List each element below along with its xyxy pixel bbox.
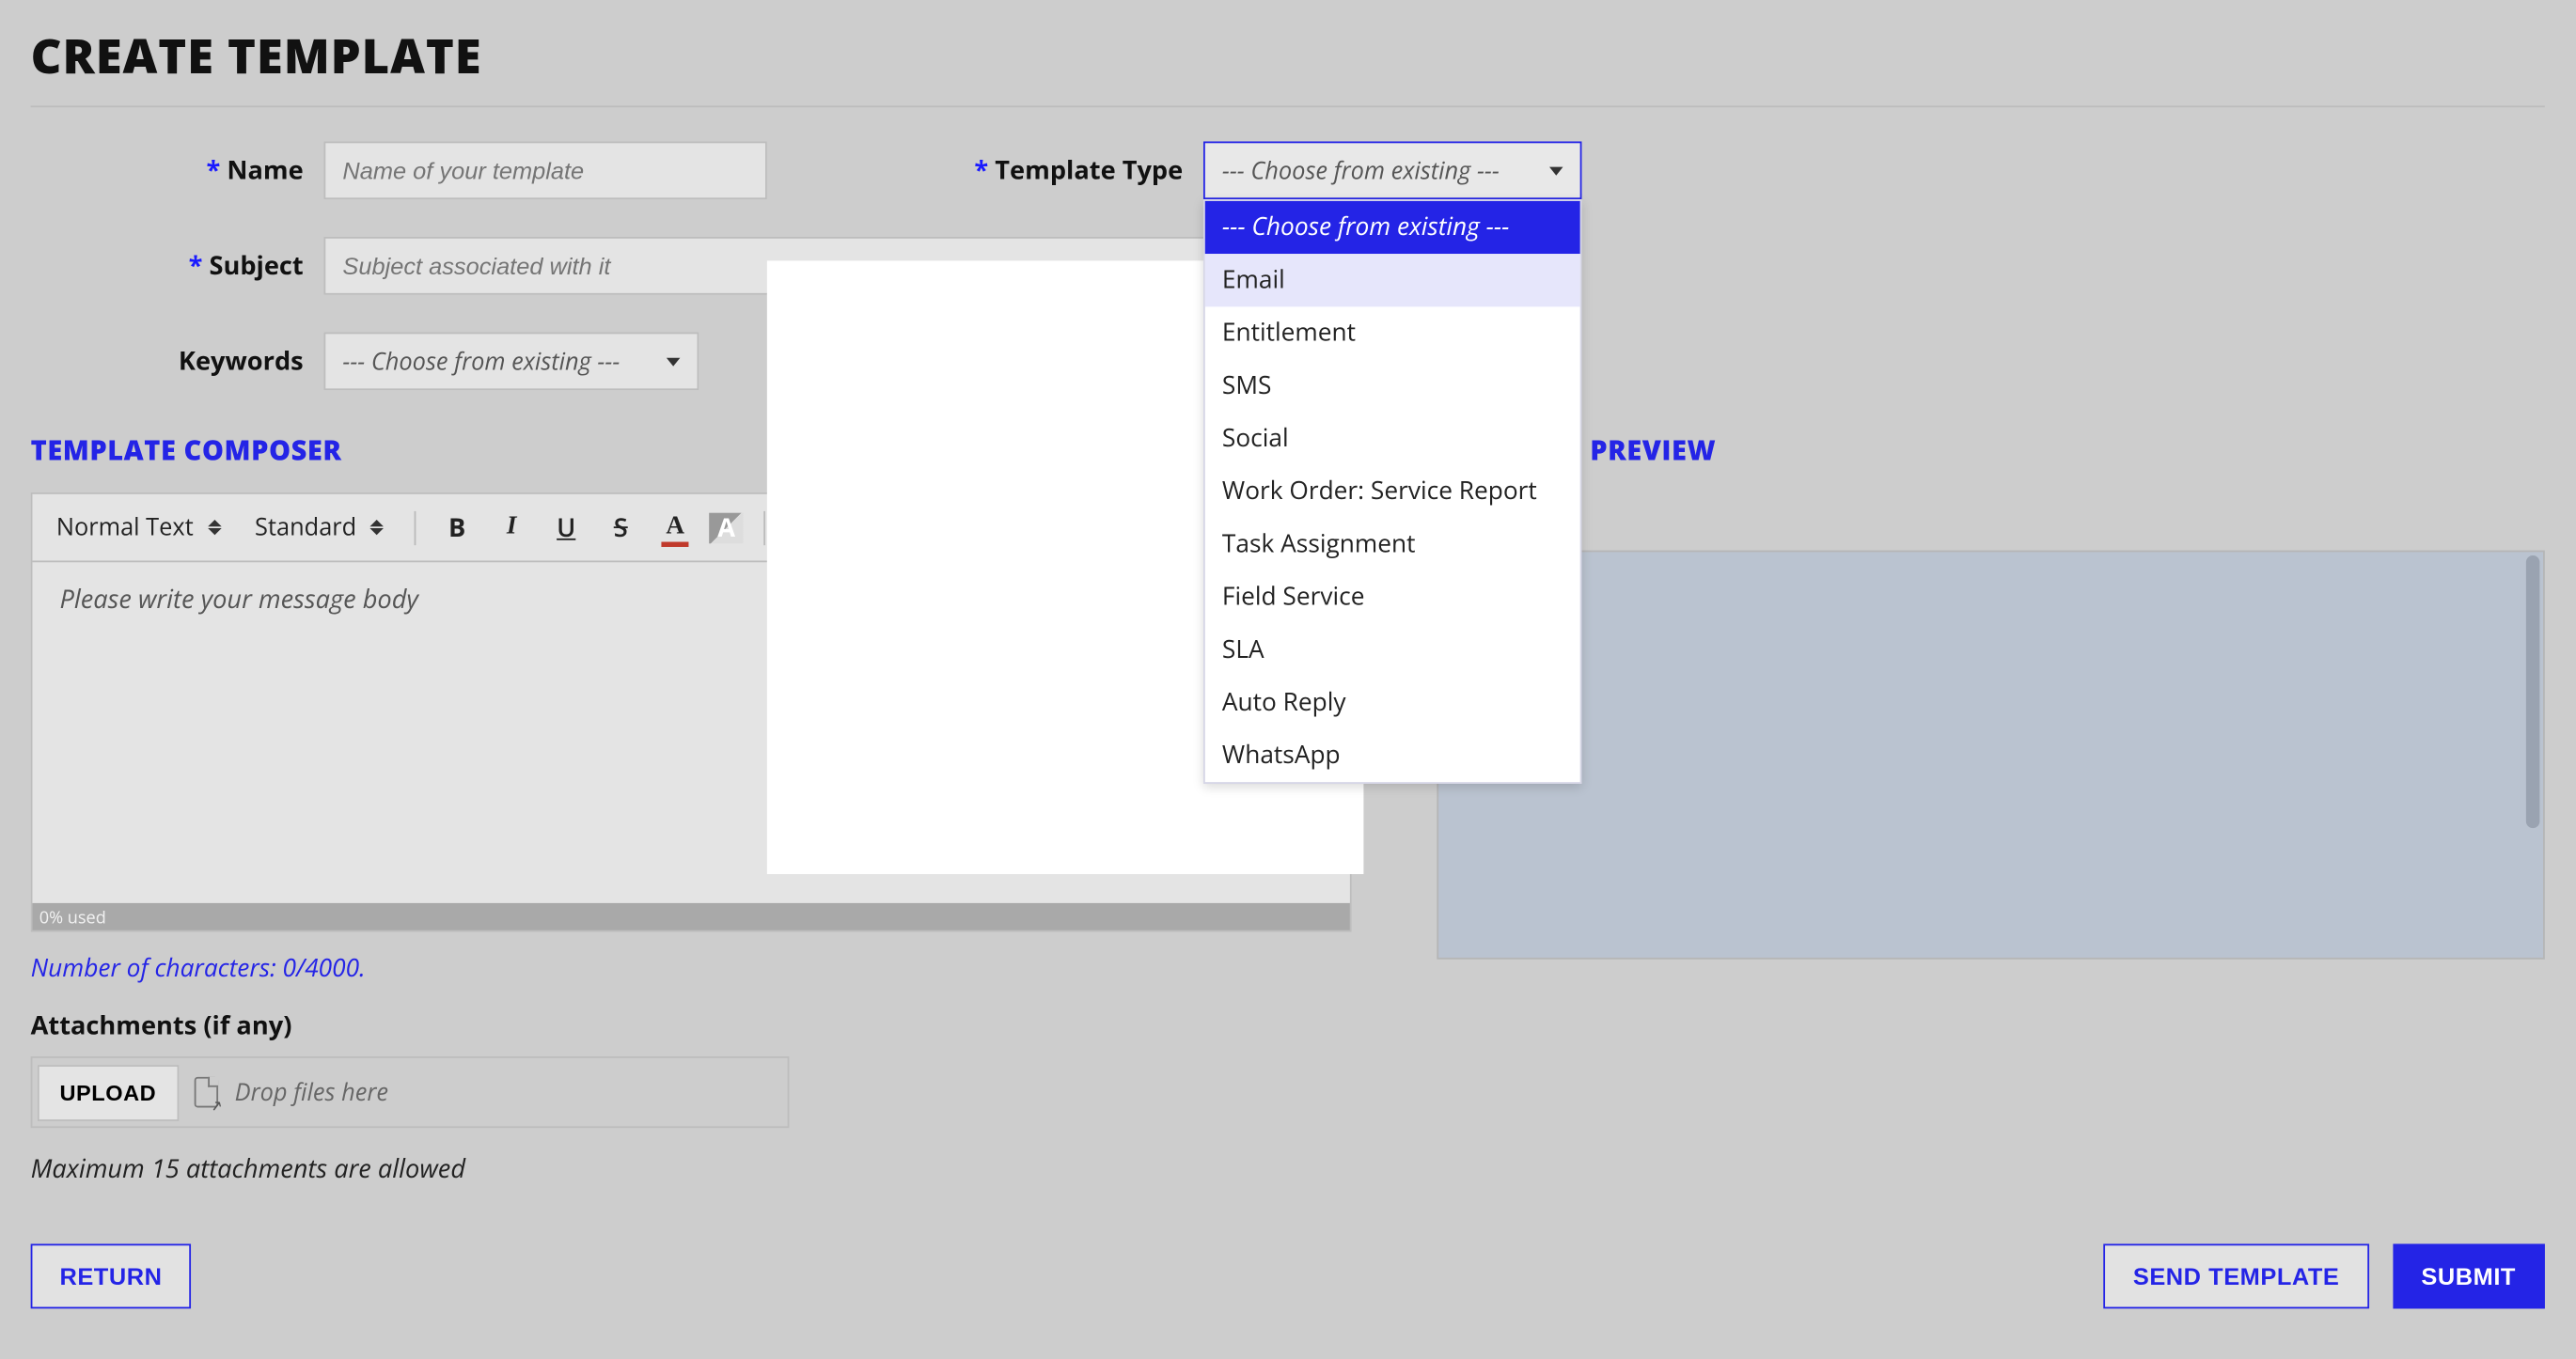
caret-down-icon [1549, 166, 1563, 175]
composer-title: TEMPLATE COMPOSER [31, 431, 1352, 469]
separator [764, 510, 766, 544]
font-select-value: Standard [255, 511, 356, 543]
name-input[interactable] [323, 141, 766, 199]
link-icon [793, 514, 820, 541]
template-type-value: --- Choose from existing --- [1222, 154, 1500, 186]
file-drop-icon [194, 1077, 217, 1108]
upload-button[interactable]: UPLOAD [38, 1064, 179, 1120]
template-type-option[interactable]: Social [1205, 413, 1580, 465]
template-type-option[interactable]: Email [1205, 254, 1580, 306]
page-title: CREATE TEMPLATE [31, 23, 2545, 88]
bold-button[interactable]: B [436, 507, 478, 548]
indent-button[interactable] [979, 507, 1020, 548]
template-type-option[interactable]: --- Choose from existing --- [1205, 201, 1580, 254]
subject-label: Subject [31, 249, 304, 283]
keywords-label: Keywords [31, 344, 304, 378]
indent-icon [985, 515, 1013, 539]
template-type-option[interactable]: Work Order: Service Report [1205, 465, 1580, 518]
editor-usage: 0% used [32, 903, 1349, 930]
template-type-option[interactable]: Auto Reply [1205, 677, 1580, 729]
max-attachments-label: Maximum 15 attachments are allowed [31, 1152, 1352, 1186]
preview-scrollbar[interactable] [2526, 555, 2540, 828]
separator [847, 510, 849, 544]
divider [31, 105, 2545, 107]
template-type-option[interactable]: Entitlement [1205, 306, 1580, 359]
style-select-value: Normal Text [56, 511, 194, 543]
editor-toolbar: Normal Text Standard B I U S A A [32, 494, 1349, 563]
italic-button[interactable]: I [491, 507, 532, 548]
keywords-value: --- Choose from existing --- [342, 345, 620, 377]
keywords-select[interactable]: --- Choose from existing --- [323, 333, 699, 391]
return-button[interactable]: RETURN [31, 1243, 192, 1308]
attachments-label: Attachments (if any) [31, 1008, 1352, 1042]
template-type-option[interactable]: SMS [1205, 360, 1580, 413]
drop-zone[interactable]: Drop files here [183, 1076, 787, 1108]
separator [415, 510, 416, 544]
link-button[interactable] [786, 507, 827, 548]
highlight-button[interactable]: A [710, 512, 744, 543]
style-select[interactable]: Normal Text [46, 505, 231, 551]
align-left-icon [876, 515, 903, 539]
caret-down-icon [667, 357, 681, 366]
sort-icon [370, 520, 385, 535]
sort-icon [207, 520, 221, 535]
outdent-button[interactable] [924, 507, 966, 548]
submit-button[interactable]: SUBMIT [2393, 1243, 2545, 1308]
template-type-option[interactable]: WhatsApp [1205, 729, 1580, 782]
template-type-option[interactable]: Field Service [1205, 570, 1580, 623]
template-type-dropdown: --- Choose from existing --- Email Entit… [1203, 199, 1581, 784]
editor: Normal Text Standard B I U S A A [31, 492, 1352, 932]
align-left-button[interactable] [870, 507, 911, 548]
text-color-button[interactable]: A [655, 507, 697, 548]
font-select[interactable]: Standard [244, 505, 394, 551]
underline-button[interactable]: U [545, 507, 587, 548]
upload-row: UPLOAD Drop files here [31, 1056, 790, 1128]
name-label: Name [31, 153, 304, 187]
template-type-select[interactable]: --- Choose from existing --- [1203, 141, 1581, 199]
strike-button[interactable]: S [600, 507, 641, 548]
editor-body[interactable]: Please write your message body [32, 562, 1349, 903]
preview-title: TEMPLATE PREVIEW [1437, 431, 2544, 469]
preview-box [1437, 551, 2544, 960]
template-type-option[interactable]: Task Assignment [1205, 518, 1580, 570]
outdent-icon [931, 515, 958, 539]
template-type-option[interactable]: SLA [1205, 624, 1580, 677]
send-template-button[interactable]: SEND TEMPLATE [2104, 1243, 2368, 1308]
drop-zone-label: Drop files here [235, 1076, 388, 1108]
char-count: Number of characters: 0/4000. [31, 952, 1352, 984]
template-type-label: Template Type [962, 153, 1184, 187]
